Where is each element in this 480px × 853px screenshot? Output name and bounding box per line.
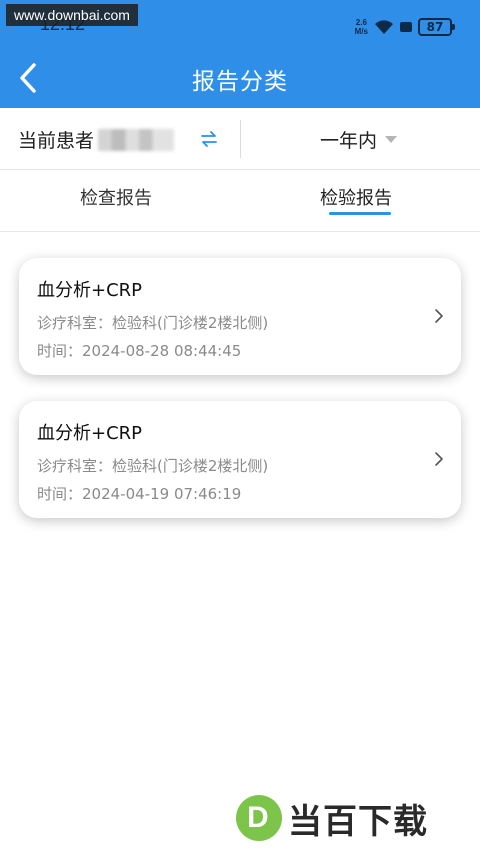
switch-patient-icon[interactable] — [198, 128, 220, 150]
report-card[interactable]: 血分析+CRP 诊疗科室：检验科(门诊楼2楼北侧) 时间：2024-08-28 … — [19, 258, 461, 375]
report-list: 血分析+CRP 诊疗科室：检验科(门诊楼2楼北侧) 时间：2024-08-28 … — [0, 232, 480, 853]
nav-bar: 报告分类 — [0, 48, 480, 108]
tab-lab-report[interactable]: 检验报告 — [320, 184, 392, 210]
report-time: 时间：2024-08-28 08:44:45 — [37, 342, 242, 360]
patient-name-redacted — [98, 128, 175, 151]
report-name: 血分析+CRP — [37, 280, 143, 301]
tab-exam-report[interactable]: 检查报告 — [80, 184, 152, 210]
logo-mark-letter: D — [247, 801, 269, 834]
logo-mark: D — [236, 795, 282, 841]
brand-logo: D 当百下载 — [236, 795, 428, 842]
net-speed-unit: M/s — [354, 27, 368, 36]
watermark-url: www.downbai.com — [6, 4, 138, 26]
page-title: 报告分类 — [192, 69, 288, 95]
report-tabs: 检查报告 检验报告 — [0, 170, 480, 232]
chevron-right-icon — [435, 309, 443, 323]
net-speed-value: 2.6 — [355, 18, 367, 27]
report-dept: 诊疗科室：检验科(门诊楼2楼北侧) — [37, 314, 269, 332]
patient-selector: 当前患者 — [18, 126, 175, 153]
filter-divider — [240, 120, 241, 158]
time-range-value: 一年内 — [320, 130, 378, 152]
chevron-right-icon — [435, 452, 443, 466]
active-tab-indicator — [329, 212, 391, 215]
signal-icon — [400, 22, 412, 32]
app-header: 12:12 2.6 M/s 87 www.downbai.com 报告分类 — [0, 0, 480, 108]
status-icons: 2.6 M/s 87 — [355, 16, 455, 38]
filter-row: 当前患者 一年内 — [0, 108, 480, 170]
wifi-icon — [375, 20, 393, 34]
report-time: 时间：2024-04-19 07:46:19 — [37, 485, 242, 503]
net-speed: 2.6 M/s — [355, 18, 368, 36]
report-dept: 诊疗科室：检验科(门诊楼2楼北侧) — [37, 457, 269, 475]
logo-text: 当百下载 — [288, 801, 428, 842]
report-name: 血分析+CRP — [37, 423, 143, 444]
caret-down-icon — [385, 136, 398, 143]
patient-label: 当前患者 — [18, 130, 95, 152]
battery-indicator: 87 — [418, 18, 455, 36]
report-card[interactable]: 血分析+CRP 诊疗科室：检验科(门诊楼2楼北侧) 时间：2024-04-19 … — [19, 401, 461, 518]
time-range-dropdown[interactable]: 一年内 — [320, 126, 398, 153]
